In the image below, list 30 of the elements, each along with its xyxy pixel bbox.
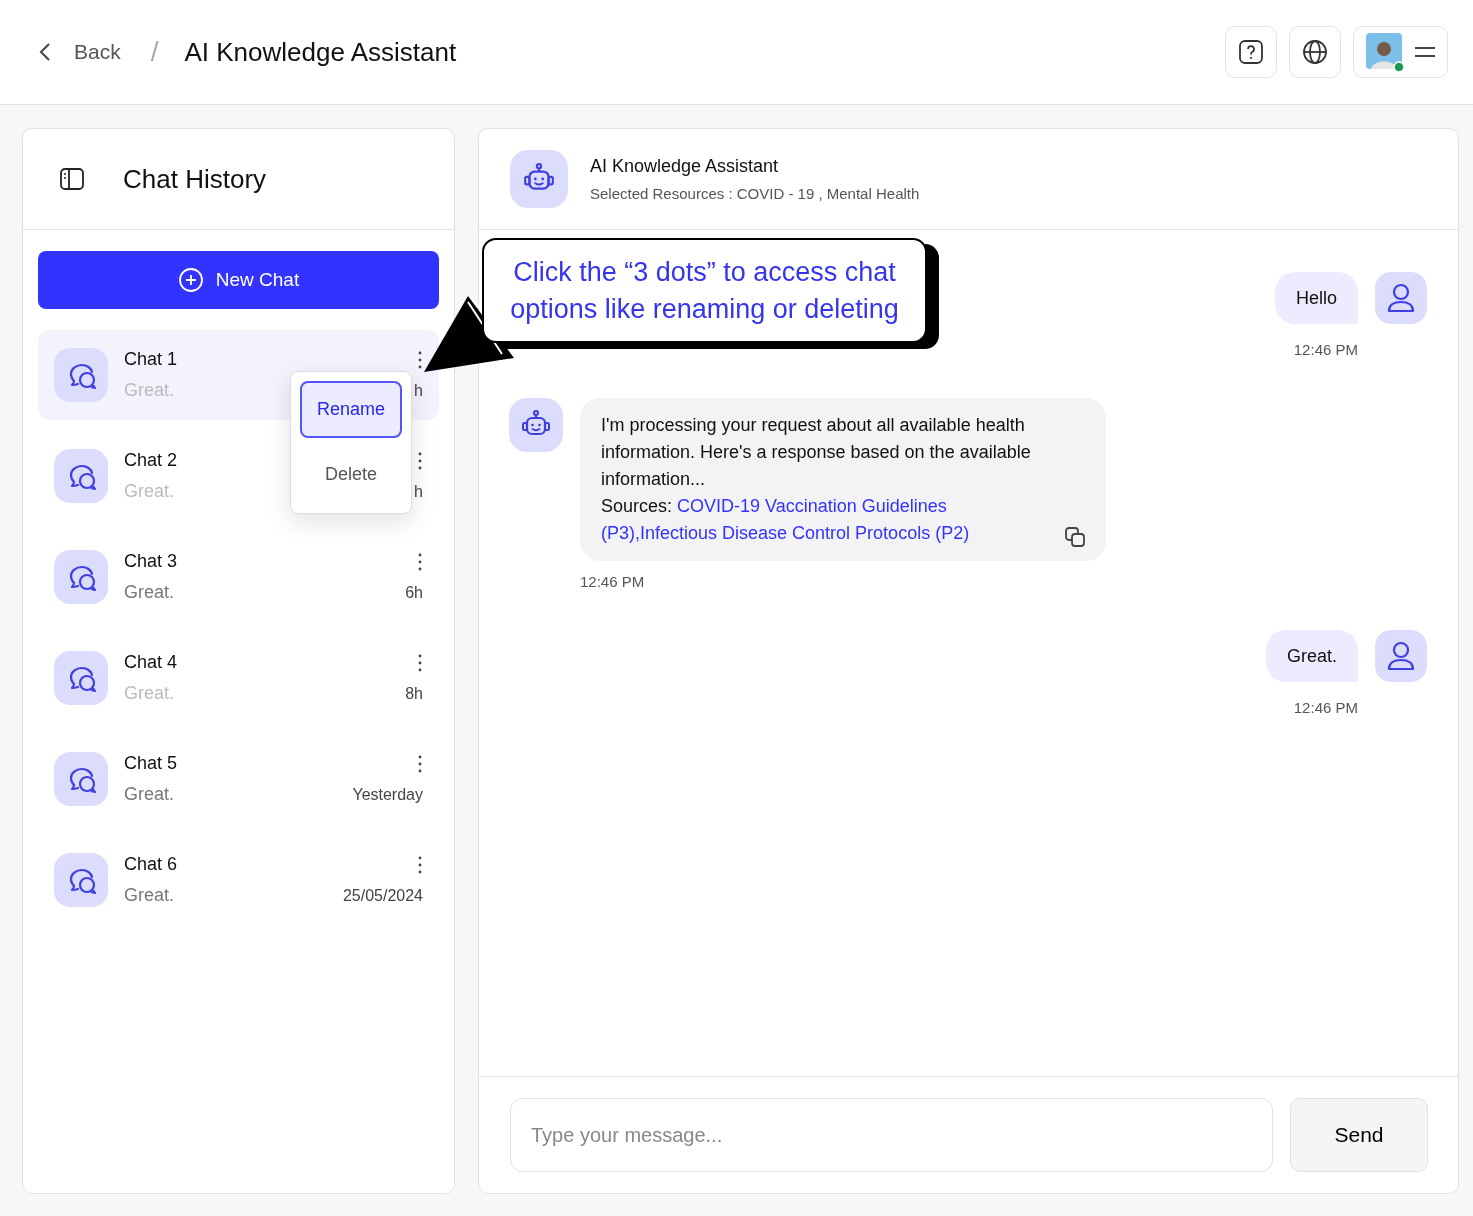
chat-time: h — [414, 382, 423, 400]
chat-name: Chat 1 — [124, 349, 179, 370]
user-message: Hello — [1274, 272, 1358, 324]
chat-preview: Great. — [124, 784, 176, 805]
chat-preview: Great. — [124, 481, 176, 502]
chat-name: Chat 3 — [124, 551, 179, 572]
chat-time: h — [414, 483, 423, 501]
breadcrumb-separator: / — [150, 36, 159, 68]
chat-name: Chat 4 — [124, 652, 179, 673]
selected-resources: Selected Resources : COVID - 19 , Mental Health — [590, 185, 920, 202]
chat-time: Yesterday — [352, 786, 423, 804]
chat-name: Chat 6 — [124, 854, 179, 875]
panel-title: Chat History — [123, 163, 267, 195]
message-time: 12:46 PM — [1293, 699, 1358, 716]
chat-preview: Great. — [124, 885, 176, 906]
message-time: 12:46 PM — [580, 573, 646, 590]
chat-preview: Great. — [124, 380, 176, 401]
chat-time: 8h — [405, 685, 423, 703]
sources-label: Sources: — [601, 496, 673, 516]
chat-preview: Great. — [124, 582, 176, 603]
chat-preview: Great. — [124, 683, 176, 704]
chat-name: Chat 5 — [124, 753, 179, 774]
message-time: 12:46 PM — [1293, 341, 1358, 358]
chat-name: Chat 2 — [124, 450, 179, 471]
chat-time: 6h — [405, 584, 423, 602]
assistant-name: AI Knowledge Assistant — [590, 156, 780, 177]
chat-time: 25/05/2024 — [342, 887, 423, 905]
user-message: Great. — [1265, 630, 1358, 682]
page-title: AI Knowledge Assistant — [184, 36, 457, 68]
message-text: I'm processing your request about all available health information. Here's a response based on the available information... — [601, 414, 1032, 491]
